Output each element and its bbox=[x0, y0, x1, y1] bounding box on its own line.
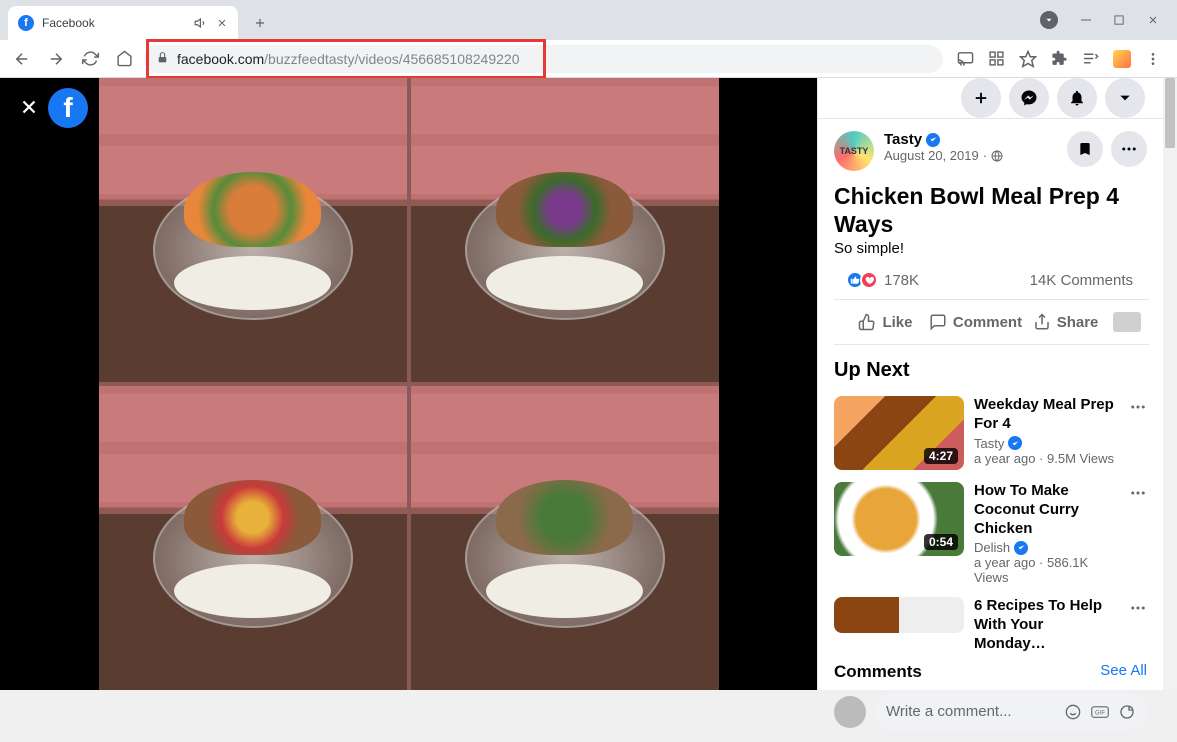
video-pane: f bbox=[0, 78, 817, 690]
upnext-thumbnail: 4:27 bbox=[834, 396, 964, 470]
upnext-item[interactable]: 0:54 How To Make Coconut Curry Chicken D… bbox=[818, 476, 1163, 591]
reading-list-icon[interactable] bbox=[1082, 50, 1099, 67]
cast-icon[interactable] bbox=[957, 50, 974, 67]
content-area: f TASTY Tasty August 20, 2019 · bbox=[0, 78, 1177, 690]
globe-icon bbox=[991, 150, 1003, 162]
nav-home-button[interactable] bbox=[110, 45, 138, 73]
extension-icons bbox=[949, 50, 1169, 68]
verified-badge-icon bbox=[926, 133, 940, 147]
browser-toolbar: facebook.com/buzzfeedtasty/videos/456685… bbox=[0, 40, 1177, 78]
emoji-icon[interactable] bbox=[1065, 704, 1081, 720]
new-tab-button[interactable] bbox=[246, 9, 274, 37]
tab-close-icon[interactable] bbox=[216, 17, 228, 29]
tab-title: Facebook bbox=[42, 16, 186, 30]
reaction-icons[interactable] bbox=[850, 271, 878, 289]
upnext-item[interactable]: 6 Recipes To Help With Your Monday… bbox=[818, 591, 1163, 653]
upnext-title: 6 Recipes To Help With Your Monday… bbox=[974, 597, 1119, 653]
share-dropdown[interactable] bbox=[1113, 312, 1141, 332]
scroll-thumb[interactable] bbox=[1165, 78, 1175, 148]
video-player[interactable] bbox=[99, 78, 719, 690]
comments-heading: Comments bbox=[834, 662, 922, 682]
comments-count[interactable]: 14K Comments bbox=[1030, 272, 1133, 289]
upnext-page[interactable]: Delish bbox=[974, 540, 1119, 555]
messenger-button[interactable] bbox=[1009, 78, 1049, 118]
post-title: Chicken Bowl Meal Prep 4 Ways bbox=[818, 183, 1163, 238]
create-button[interactable] bbox=[961, 78, 1001, 118]
url-path: /buzzfeedtasty/videos/456685108249220 bbox=[264, 51, 519, 67]
scrollbar[interactable] bbox=[1163, 78, 1177, 690]
upnext-page[interactable]: Tasty bbox=[974, 436, 1119, 451]
window-maximize-icon[interactable] bbox=[1114, 15, 1125, 26]
notifications-button[interactable] bbox=[1057, 78, 1097, 118]
tab-favicon: f bbox=[18, 15, 34, 31]
upnext-heading: Up Next bbox=[818, 345, 1163, 390]
upnext-more-icon[interactable] bbox=[1129, 396, 1147, 470]
reactions-count[interactable]: 178K bbox=[884, 272, 1030, 289]
verified-badge-icon bbox=[1008, 436, 1022, 450]
video-duration: 0:54 bbox=[924, 534, 958, 550]
comment-button[interactable]: Comment bbox=[929, 304, 1022, 340]
facebook-logo[interactable]: f bbox=[48, 88, 88, 128]
tab-mute-icon[interactable] bbox=[194, 16, 208, 30]
window-minimize-icon[interactable] bbox=[1080, 14, 1092, 26]
upnext-stats: a year ago · 9.5M Views bbox=[974, 451, 1119, 466]
save-button[interactable] bbox=[1067, 131, 1103, 167]
bookmark-star-icon[interactable] bbox=[1019, 50, 1037, 68]
nav-back-button[interactable] bbox=[8, 45, 36, 73]
post-date[interactable]: August 20, 2019 · bbox=[884, 148, 1057, 163]
upnext-more-icon[interactable] bbox=[1129, 597, 1147, 653]
verified-badge-icon bbox=[1014, 541, 1028, 555]
window-close-icon[interactable] bbox=[1147, 14, 1159, 26]
action-bar: Like Comment Share bbox=[834, 300, 1149, 345]
browser-menu-icon[interactable] bbox=[1145, 51, 1161, 67]
post-subtitle: So simple! bbox=[818, 238, 1163, 267]
grid-icon[interactable] bbox=[988, 50, 1005, 67]
sidebar: TASTY Tasty August 20, 2019 · Chicken Bo… bbox=[817, 78, 1177, 690]
top-actions bbox=[818, 78, 1163, 119]
video-duration: 4:27 bbox=[924, 448, 958, 464]
url-bar[interactable]: facebook.com/buzzfeedtasty/videos/456685… bbox=[144, 45, 943, 73]
post-header: TASTY Tasty August 20, 2019 · bbox=[818, 119, 1163, 183]
user-avatar[interactable] bbox=[834, 696, 866, 728]
account-button[interactable] bbox=[1105, 78, 1145, 118]
reactions-bar: 178K 14K Comments bbox=[834, 267, 1149, 300]
gif-icon[interactable]: GIF bbox=[1091, 704, 1109, 720]
upnext-title: How To Make Coconut Curry Chicken bbox=[974, 482, 1119, 538]
lock-icon bbox=[156, 51, 169, 67]
url-domain: facebook.com bbox=[177, 51, 264, 67]
like-button[interactable]: Like bbox=[842, 304, 929, 340]
comment-composer: Write a comment... GIF bbox=[818, 688, 1163, 742]
comments-header: Comments See All bbox=[818, 654, 1163, 688]
upnext-more-icon[interactable] bbox=[1129, 482, 1147, 585]
browser-titlebar: f Facebook bbox=[0, 0, 1177, 40]
browser-tab[interactable]: f Facebook bbox=[8, 6, 238, 40]
share-button[interactable]: Share bbox=[1022, 304, 1109, 340]
post-more-button[interactable] bbox=[1111, 131, 1147, 167]
comment-input-box[interactable]: Write a comment... GIF bbox=[874, 694, 1147, 730]
see-all-link[interactable]: See All bbox=[1100, 662, 1147, 682]
upnext-item[interactable]: 4:27 Weekday Meal Prep For 4 Tasty a yea… bbox=[818, 390, 1163, 476]
extensions-puzzle-icon[interactable] bbox=[1051, 50, 1068, 67]
love-reaction-icon bbox=[860, 271, 878, 289]
nav-forward-button[interactable] bbox=[42, 45, 70, 73]
page-avatar[interactable]: TASTY bbox=[834, 131, 874, 171]
svg-text:GIF: GIF bbox=[1095, 710, 1105, 716]
upnext-thumbnail bbox=[834, 597, 964, 633]
page-name[interactable]: Tasty bbox=[884, 131, 1057, 148]
color-extension-icon[interactable] bbox=[1113, 50, 1131, 68]
browser-profile-icon[interactable] bbox=[1040, 11, 1058, 29]
window-controls bbox=[1022, 0, 1177, 40]
video-close-button[interactable] bbox=[18, 96, 40, 123]
upnext-stats: a year ago · 586.1K Views bbox=[974, 555, 1119, 585]
sticker-icon[interactable] bbox=[1119, 704, 1135, 720]
comment-input[interactable]: Write a comment... bbox=[886, 703, 1055, 720]
upnext-title: Weekday Meal Prep For 4 bbox=[974, 396, 1119, 434]
nav-reload-button[interactable] bbox=[76, 45, 104, 73]
upnext-thumbnail: 0:54 bbox=[834, 482, 964, 556]
